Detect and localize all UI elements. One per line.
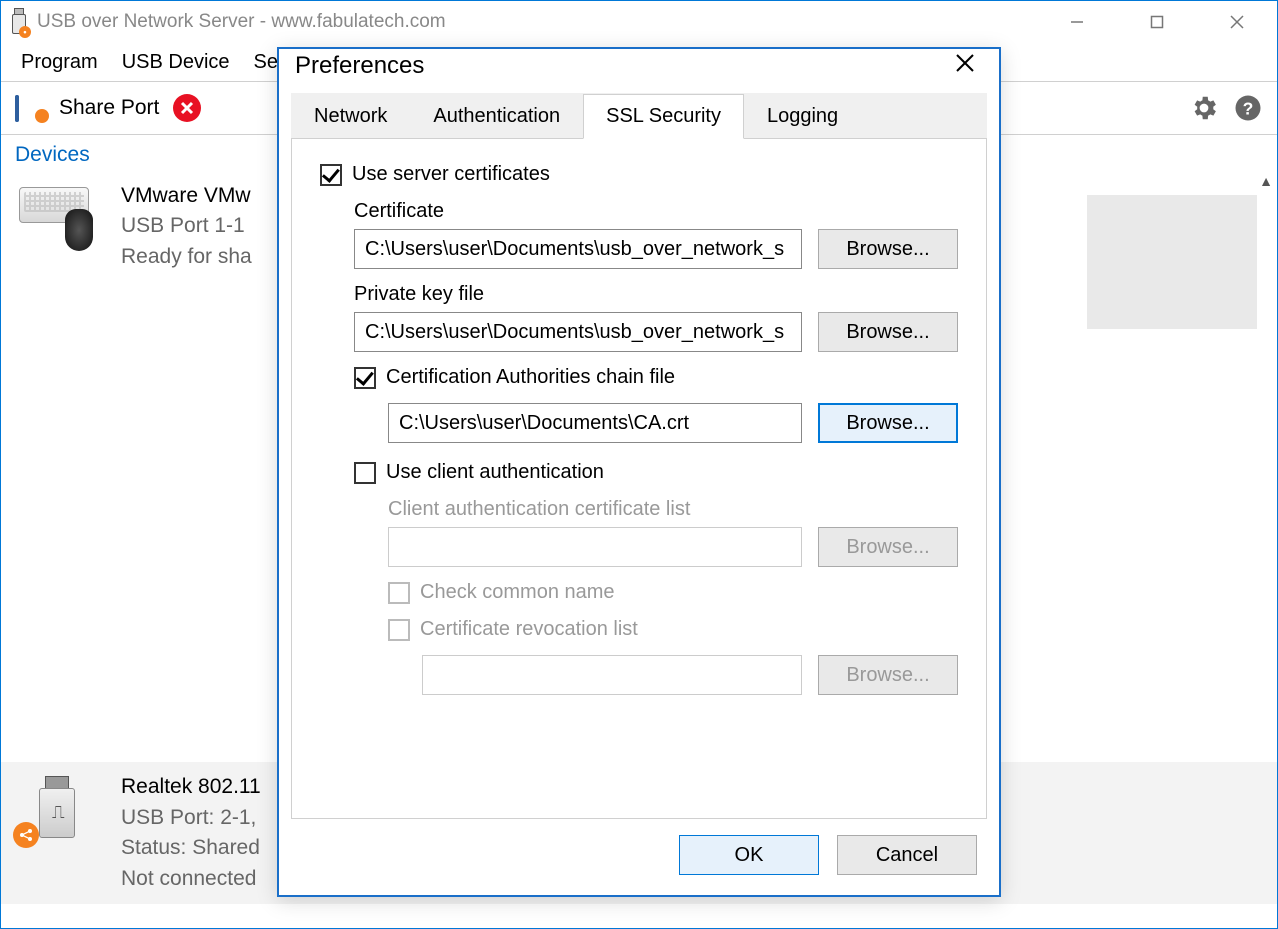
ca-chain-input[interactable]: C:\Users\user\Documents\CA.crt — [388, 403, 802, 443]
window-title: USB over Network Server - www.fabulatech… — [37, 11, 446, 33]
dialog-actions: OK Cancel — [279, 819, 999, 895]
use-server-certs-row: Use server certificates — [320, 163, 958, 186]
shared-badge-icon — [13, 822, 39, 848]
main-titlebar: • USB over Network Server - www.fabulate… — [1, 1, 1277, 43]
menu-usb-device[interactable]: USB Device — [112, 47, 240, 78]
device-connection: Not connected — [121, 864, 261, 894]
help-icon[interactable]: ? — [1233, 93, 1263, 123]
crl-checkbox — [388, 619, 410, 641]
device-info: Realtek 802.11 USB Port: 2-1, Status: Sh… — [121, 772, 261, 894]
unshare-icon[interactable] — [173, 94, 201, 122]
share-port-button[interactable]: Share Port — [59, 96, 159, 120]
side-panel-placeholder — [1087, 195, 1257, 329]
close-icon[interactable] — [947, 49, 983, 83]
crl-browse-button: Browse... — [818, 655, 958, 695]
check-common-name-row: Check common name — [388, 581, 958, 604]
dialog-titlebar: Preferences — [279, 49, 999, 83]
use-client-auth-label: Use client authentication — [386, 461, 604, 484]
minimize-button[interactable] — [1037, 2, 1117, 42]
device-name: Realtek 802.11 — [121, 772, 261, 802]
crl-label: Certificate revocation list — [420, 618, 638, 641]
tab-bar: Network Authentication SSL Security Logg… — [291, 93, 987, 139]
maximize-button[interactable] — [1117, 2, 1197, 42]
device-port: USB Port: 2-1, — [121, 803, 261, 833]
gear-icon[interactable] — [1189, 93, 1219, 123]
svg-text:?: ? — [1243, 98, 1254, 118]
preferences-dialog: Preferences Network Authentication SSL S… — [277, 47, 1001, 897]
crl-input — [422, 655, 802, 695]
device-status: Status: Shared — [121, 833, 261, 863]
usb-wifi-icon: ⎍ — [19, 772, 99, 842]
certificate-browse-button[interactable]: Browse... — [818, 229, 958, 269]
cancel-button[interactable]: Cancel — [837, 835, 977, 875]
client-cert-list-label: Client authentication certificate list — [388, 498, 958, 521]
tab-ssl-security[interactable]: SSL Security — [583, 94, 744, 139]
keyboard-mouse-icon — [19, 181, 99, 251]
device-info: VMware VMw USB Port 1-1 Ready for sha — [121, 181, 252, 272]
client-cert-list-input — [388, 527, 802, 567]
share-port-icon — [15, 97, 45, 119]
dialog-title: Preferences — [295, 52, 424, 80]
private-key-label: Private key file — [354, 283, 958, 306]
check-common-name-label: Check common name — [420, 581, 615, 604]
private-key-input[interactable]: C:\Users\user\Documents\usb_over_network… — [354, 312, 802, 352]
menu-program[interactable]: Program — [11, 47, 108, 78]
crl-row: Certificate revocation list — [388, 618, 958, 641]
ca-chain-label: Certification Authorities chain file — [386, 366, 675, 389]
certificate-input[interactable]: C:\Users\user\Documents\usb_over_network… — [354, 229, 802, 269]
ca-chain-checkbox[interactable] — [354, 367, 376, 389]
certificate-label: Certificate — [354, 200, 958, 223]
app-icon: • — [9, 8, 29, 36]
tab-content: Use server certificates Certificate C:\U… — [291, 139, 987, 819]
device-name: VMware VMw — [121, 181, 252, 211]
use-server-certs-label: Use server certificates — [352, 163, 550, 186]
use-client-auth-checkbox[interactable] — [354, 462, 376, 484]
window-controls — [1037, 2, 1277, 42]
use-client-auth-row: Use client authentication — [354, 461, 958, 484]
tab-network[interactable]: Network — [291, 94, 410, 139]
scroll-up-arrow[interactable]: ▲ — [1259, 173, 1273, 189]
tab-logging[interactable]: Logging — [744, 94, 861, 139]
client-cert-list-browse-button: Browse... — [818, 527, 958, 567]
close-button[interactable] — [1197, 2, 1277, 42]
ca-chain-row: Certification Authorities chain file — [354, 366, 958, 389]
use-server-certs-checkbox[interactable] — [320, 164, 342, 186]
device-port: USB Port 1-1 — [121, 211, 252, 241]
ca-chain-browse-button[interactable]: Browse... — [818, 403, 958, 443]
tab-authentication[interactable]: Authentication — [410, 94, 583, 139]
check-common-name-checkbox — [388, 582, 410, 604]
private-key-browse-button[interactable]: Browse... — [818, 312, 958, 352]
device-status: Ready for sha — [121, 242, 252, 272]
ok-button[interactable]: OK — [679, 835, 819, 875]
